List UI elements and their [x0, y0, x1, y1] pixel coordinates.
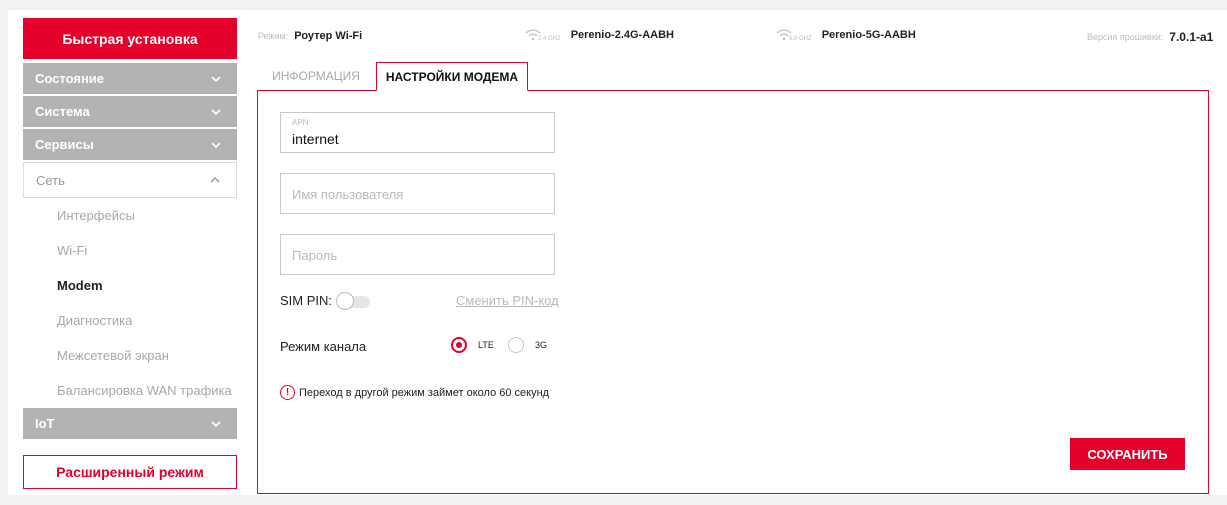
username-placeholder: Имя пользователя — [292, 187, 404, 202]
sidebar-subitem-wifi[interactable]: Wi-Fi — [23, 233, 237, 268]
sidebar-subitem-firewall[interactable]: Межсетевой экран — [23, 338, 237, 373]
sidebar-item-label: IoT — [35, 416, 55, 431]
toggle-knob — [336, 292, 354, 310]
apn-label: APN — [292, 118, 309, 127]
wifi-24-status: 2.4 GHZ Perenio-2.4G-AABH — [525, 28, 674, 42]
sidebar-item-iot[interactable]: IoT — [23, 408, 237, 441]
radio-3g[interactable] — [508, 337, 524, 353]
sidebar-item-network[interactable]: Сеть — [23, 162, 237, 198]
page: Быстрая установка Состояние Система Серв… — [0, 0, 1227, 505]
change-pin-link[interactable]: Сменить PIN-код — [456, 293, 559, 308]
mode-value: Роутер Wi-Fi — [294, 30, 363, 42]
sidebar-subitem-wan-balancing[interactable]: Балансировка WAN трафика — [23, 373, 237, 408]
password-placeholder: Пароль — [292, 248, 338, 263]
notice-text: Переход в другой режим займет около 60 с… — [299, 386, 550, 399]
mode-status: Режим: Роутер Wi-Fi — [258, 30, 362, 42]
mode-change-notice: ! Переход в другой режим займет около 60… — [280, 385, 549, 400]
sidebar-subitem-modem[interactable]: Modem — [23, 268, 237, 303]
apn-field[interactable]: APN internet — [280, 112, 555, 153]
chevron-down-icon — [211, 420, 221, 427]
sidebar-menu: Состояние Система Сервисы Сеть Интерфейс… — [23, 63, 237, 441]
sim-pin-label: SIM PIN: — [280, 293, 333, 308]
band-label: 2.4 GHZ — [538, 36, 561, 42]
sidebar-item-status[interactable]: Состояние — [23, 63, 237, 96]
chevron-up-icon — [210, 177, 220, 183]
sidebar-item-label: Сервисы — [35, 137, 94, 152]
sidebar-subitem-interfaces[interactable]: Интерфейсы — [23, 198, 237, 233]
firmware-version: 7.0.1-a1 — [1169, 30, 1214, 44]
sim-pin-toggle[interactable] — [336, 292, 370, 310]
apn-value: internet — [292, 131, 339, 147]
sidebar-item-services[interactable]: Сервисы — [23, 129, 237, 162]
chevron-down-icon — [211, 141, 221, 148]
chevron-down-icon — [211, 108, 221, 115]
username-field[interactable]: Имя пользователя — [280, 173, 555, 214]
wifi-icon: 5.0 GHZ — [776, 28, 812, 42]
quick-setup-button[interactable]: Быстрая установка — [23, 18, 237, 59]
password-field[interactable]: Пароль — [280, 234, 555, 275]
firmware-status: Версия прошивки: 7.0.1-a1 — [1087, 30, 1213, 44]
chevron-down-icon — [211, 75, 221, 82]
wifi-icon: 2.4 GHZ — [525, 28, 561, 42]
tab-info[interactable]: ИНФОРМАЦИЯ — [258, 62, 374, 90]
mode-label: Режим: — [258, 31, 289, 41]
radio-3g-label: 3G — [535, 340, 548, 350]
sidebar-item-label: Состояние — [35, 71, 105, 86]
sidebar-item-system[interactable]: Система — [23, 96, 237, 129]
wifi-5-status: 5.0 GHZ Perenio-5G-AABH — [776, 28, 916, 42]
tab-modem-settings[interactable]: НАСТРОЙКИ МОДЕМА — [376, 62, 528, 91]
wifi-24-ssid: Perenio-2.4G-AABH — [570, 29, 674, 41]
firmware-label: Версия прошивки: — [1087, 32, 1164, 42]
radio-lte-label: LTE — [478, 340, 494, 350]
save-button[interactable]: СОХРАНИТЬ — [1070, 438, 1185, 470]
sidebar-item-label: Сеть — [36, 172, 65, 188]
radio-lte[interactable] — [451, 337, 467, 353]
channel-mode-label: Режим канала — [280, 339, 367, 354]
sidebar-item-label: Система — [35, 104, 90, 119]
band-label: 5.0 GHZ — [789, 36, 812, 42]
top-strip — [0, 0, 1227, 10]
advanced-mode-button[interactable]: Расширенный режим — [23, 455, 237, 489]
sidebar-subitem-diagnostics[interactable]: Диагностика — [23, 303, 237, 338]
alert-icon: ! — [280, 385, 295, 400]
wifi-5-ssid: Perenio-5G-AABH — [821, 29, 916, 41]
